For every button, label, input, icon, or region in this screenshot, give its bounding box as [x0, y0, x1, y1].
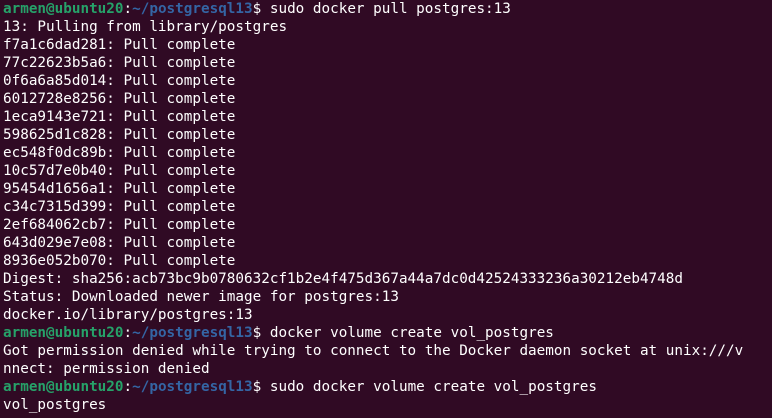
prompt-separator: :	[123, 325, 133, 341]
output-line: ec548f0dc89b: Pull complete	[3, 145, 236, 161]
output-line: 77c22623b5a6: Pull complete	[3, 55, 236, 71]
output-line: 2ef684062cb7: Pull complete	[3, 217, 236, 233]
output-line: nnect: permission denied	[3, 361, 210, 377]
output-line: 1eca9143e721: Pull complete	[3, 109, 236, 125]
output-line: 95454d1656a1: Pull complete	[3, 181, 236, 197]
output-line: 0f6a6a85d014: Pull complete	[3, 73, 236, 89]
prompt-path: ~/postgresql13	[132, 1, 253, 17]
prompt-symbol: $	[252, 1, 270, 17]
prompt-path: ~/postgresql13	[132, 325, 253, 341]
output-line: 6012728e8256: Pull complete	[3, 91, 236, 107]
output-line: 13: Pulling from library/postgres	[3, 19, 288, 35]
output-line: 598625d1c828: Pull complete	[3, 127, 236, 143]
prompt-line: armen@ubuntu20:~/postgresql13$ sudo dock…	[3, 378, 772, 396]
command-text: docker volume create vol_postgres	[269, 325, 554, 341]
output-line: Got permission denied while trying to co…	[3, 343, 744, 359]
prompt-user-host: armen@ubuntu20	[3, 1, 124, 17]
output-line: c34c7315d399: Pull complete	[3, 199, 236, 215]
output-line: vol_postgres	[3, 397, 107, 413]
prompt-separator: :	[123, 1, 133, 17]
prompt-user-host: armen@ubuntu20	[3, 379, 124, 395]
prompt-separator: :	[123, 379, 133, 395]
terminal-window[interactable]: armen@ubuntu20:~/postgresql13$ sudo dock…	[0, 0, 772, 418]
output-line: 643d029e7e08: Pull complete	[3, 235, 236, 251]
output-line: 10c57d7e0b40: Pull complete	[3, 163, 236, 179]
output-line: Digest: sha256:acb73bc9b0780632cf1b2e4f4…	[3, 271, 683, 287]
output-line: Status: Downloaded newer image for postg…	[3, 289, 399, 305]
prompt-symbol: $	[252, 379, 270, 395]
prompt-path: ~/postgresql13	[132, 379, 253, 395]
command-text: sudo docker pull postgres:13	[269, 1, 511, 17]
prompt-line: armen@ubuntu20:~/postgresql13$ docker vo…	[3, 324, 772, 342]
output-line: docker.io/library/postgres:13	[3, 307, 253, 323]
output-line: f7a1c6dad281: Pull complete	[3, 37, 236, 53]
output-line: 8936e052b070: Pull complete	[3, 253, 236, 269]
command-text: sudo docker volume create vol_postgres	[269, 379, 597, 395]
prompt-symbol: $	[252, 325, 270, 341]
prompt-line: armen@ubuntu20:~/postgresql13$ sudo dock…	[3, 0, 772, 18]
prompt-user-host: armen@ubuntu20	[3, 325, 124, 341]
